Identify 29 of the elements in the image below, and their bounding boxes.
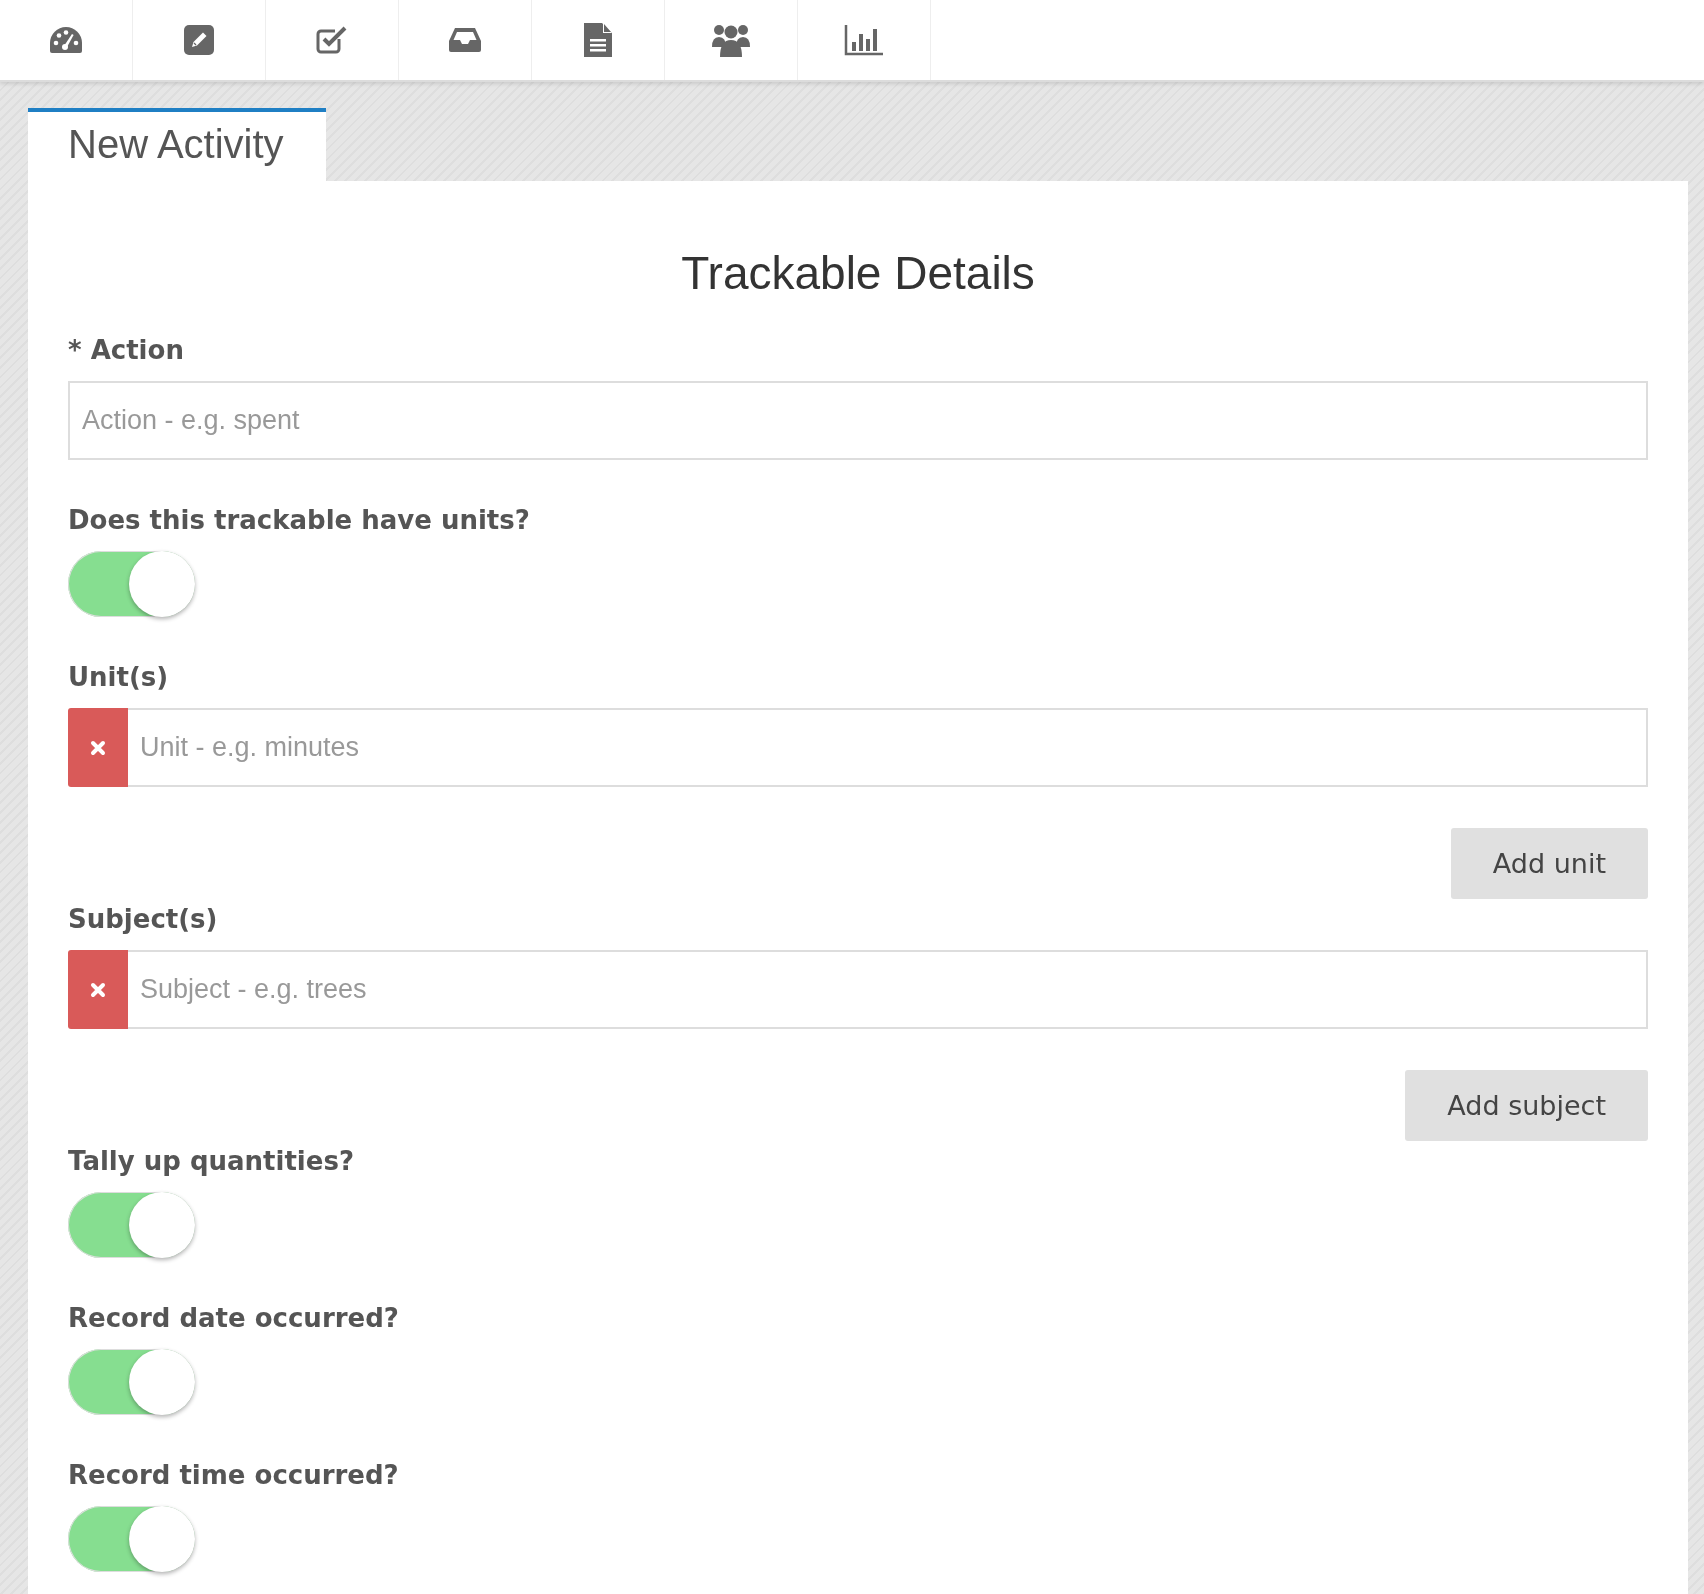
toggle-switch[interactable] [68,1506,195,1572]
toggle-switch[interactable] [68,551,195,617]
add-button[interactable]: Add subject [1405,1070,1648,1141]
field-label: Subject(s) [68,903,218,936]
close-icon [90,739,106,756]
inbox-tray-icon [448,27,482,53]
checkbox-icon [315,24,349,56]
speedometer-icon [48,25,84,55]
toggle-switch[interactable] [68,1349,195,1415]
field-label: Does this trackable have units? [68,504,530,537]
text-input-field[interactable]: Action - e.g. spent [68,381,1648,460]
text-input-field[interactable]: Subject - e.g. trees [128,950,1648,1029]
bar-chart-icon [844,24,884,56]
field-label: * Action [68,334,184,367]
form-title: Trackable Details [680,246,1036,301]
remove-button[interactable] [68,708,128,787]
text-input-field[interactable]: Unit - e.g. minutes [128,708,1648,787]
document-icon [583,22,613,58]
field-label: Unit(s) [68,661,169,694]
field-label: Record date occurred? [68,1302,399,1335]
remove-button[interactable] [68,950,128,1029]
close-icon [90,981,106,998]
new-activity-tab[interactable]: New Activity [28,108,326,181]
field-label: Tally up quantities? [68,1145,354,1178]
group-of-people-icon [711,23,751,57]
field-label: Record time occurred? [68,1459,399,1492]
pencil-square-icon [183,24,215,56]
add-button[interactable]: Add unit [1450,828,1648,899]
toggle-switch[interactable] [68,1192,195,1258]
